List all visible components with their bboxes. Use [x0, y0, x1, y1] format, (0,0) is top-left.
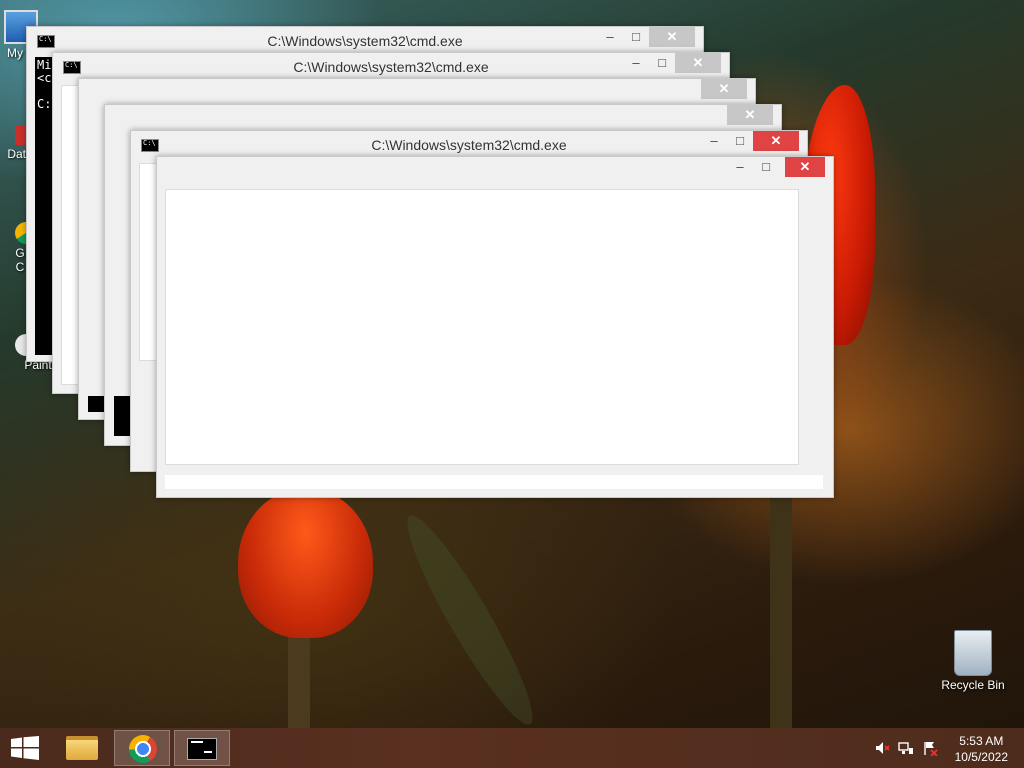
maximize-button[interactable]: □	[727, 131, 753, 151]
console-fragment	[114, 396, 130, 436]
window-titlebar[interactable]: – □ ✕	[157, 157, 833, 185]
close-button[interactable]: ✕	[753, 131, 799, 151]
wallpaper-leaf	[392, 506, 548, 734]
desktop-icon-recycle-bin[interactable]: Recycle Bin	[938, 630, 1008, 692]
window-titlebar[interactable]: C:\Windows\system32\cmd.exe – □ ✕	[53, 53, 729, 81]
minimize-button[interactable]: –	[727, 157, 753, 177]
close-button[interactable]: ✕	[727, 105, 773, 125]
minimize-button[interactable]: –	[701, 131, 727, 151]
taskbar-file-explorer[interactable]	[56, 730, 112, 766]
taskbar-chrome[interactable]	[114, 730, 170, 766]
desktop-icon-label: G C	[15, 246, 25, 274]
folder-icon	[66, 736, 98, 760]
minimize-button[interactable]: –	[597, 27, 623, 47]
window-titlebar[interactable]: C:\Windows\system32\cmd.exe – □ ✕	[131, 131, 807, 159]
wallpaper-stem	[770, 495, 792, 730]
close-button[interactable]: ✕	[649, 27, 695, 47]
wallpaper-stem	[288, 630, 310, 730]
start-button[interactable]	[0, 728, 50, 768]
clock-date: 10/5/2022	[954, 750, 1008, 764]
cmd-icon	[187, 738, 217, 760]
window-titlebar[interactable]: C:\Windows\system32\cmd.exe – □ ✕	[27, 27, 703, 55]
network-icon[interactable]	[898, 740, 914, 756]
system-clock[interactable]: 5:53 AM 10/5/2022	[955, 733, 1008, 765]
wallpaper-tulip	[238, 488, 373, 638]
close-button[interactable]: ✕	[785, 157, 825, 177]
close-button[interactable]: ✕	[701, 79, 747, 99]
maximize-button[interactable]: □	[649, 53, 675, 73]
minimize-button[interactable]: –	[623, 53, 649, 73]
close-button[interactable]: ✕	[675, 53, 721, 73]
maximize-button[interactable]: □	[753, 157, 779, 177]
clock-time: 5:53 AM	[959, 734, 1004, 748]
console-output[interactable]	[165, 189, 799, 465]
cmd-window-front[interactable]: – □ ✕	[156, 156, 834, 498]
taskbar: 5:53 AM 10/5/2022	[0, 728, 1024, 768]
action-center-flag-icon[interactable]	[922, 740, 938, 757]
windows-logo-icon	[11, 736, 39, 760]
recycle-bin-icon	[954, 630, 992, 676]
desktop-icon-label: Recycle Bin	[941, 678, 1005, 692]
taskbar-command-prompt[interactable]	[174, 730, 230, 766]
maximize-button[interactable]: □	[623, 27, 649, 47]
window-status-area	[165, 475, 823, 489]
console-output[interactable]	[139, 163, 157, 361]
volume-muted-icon[interactable]	[874, 740, 890, 756]
console-fragment	[88, 396, 104, 412]
chrome-icon	[129, 735, 157, 763]
